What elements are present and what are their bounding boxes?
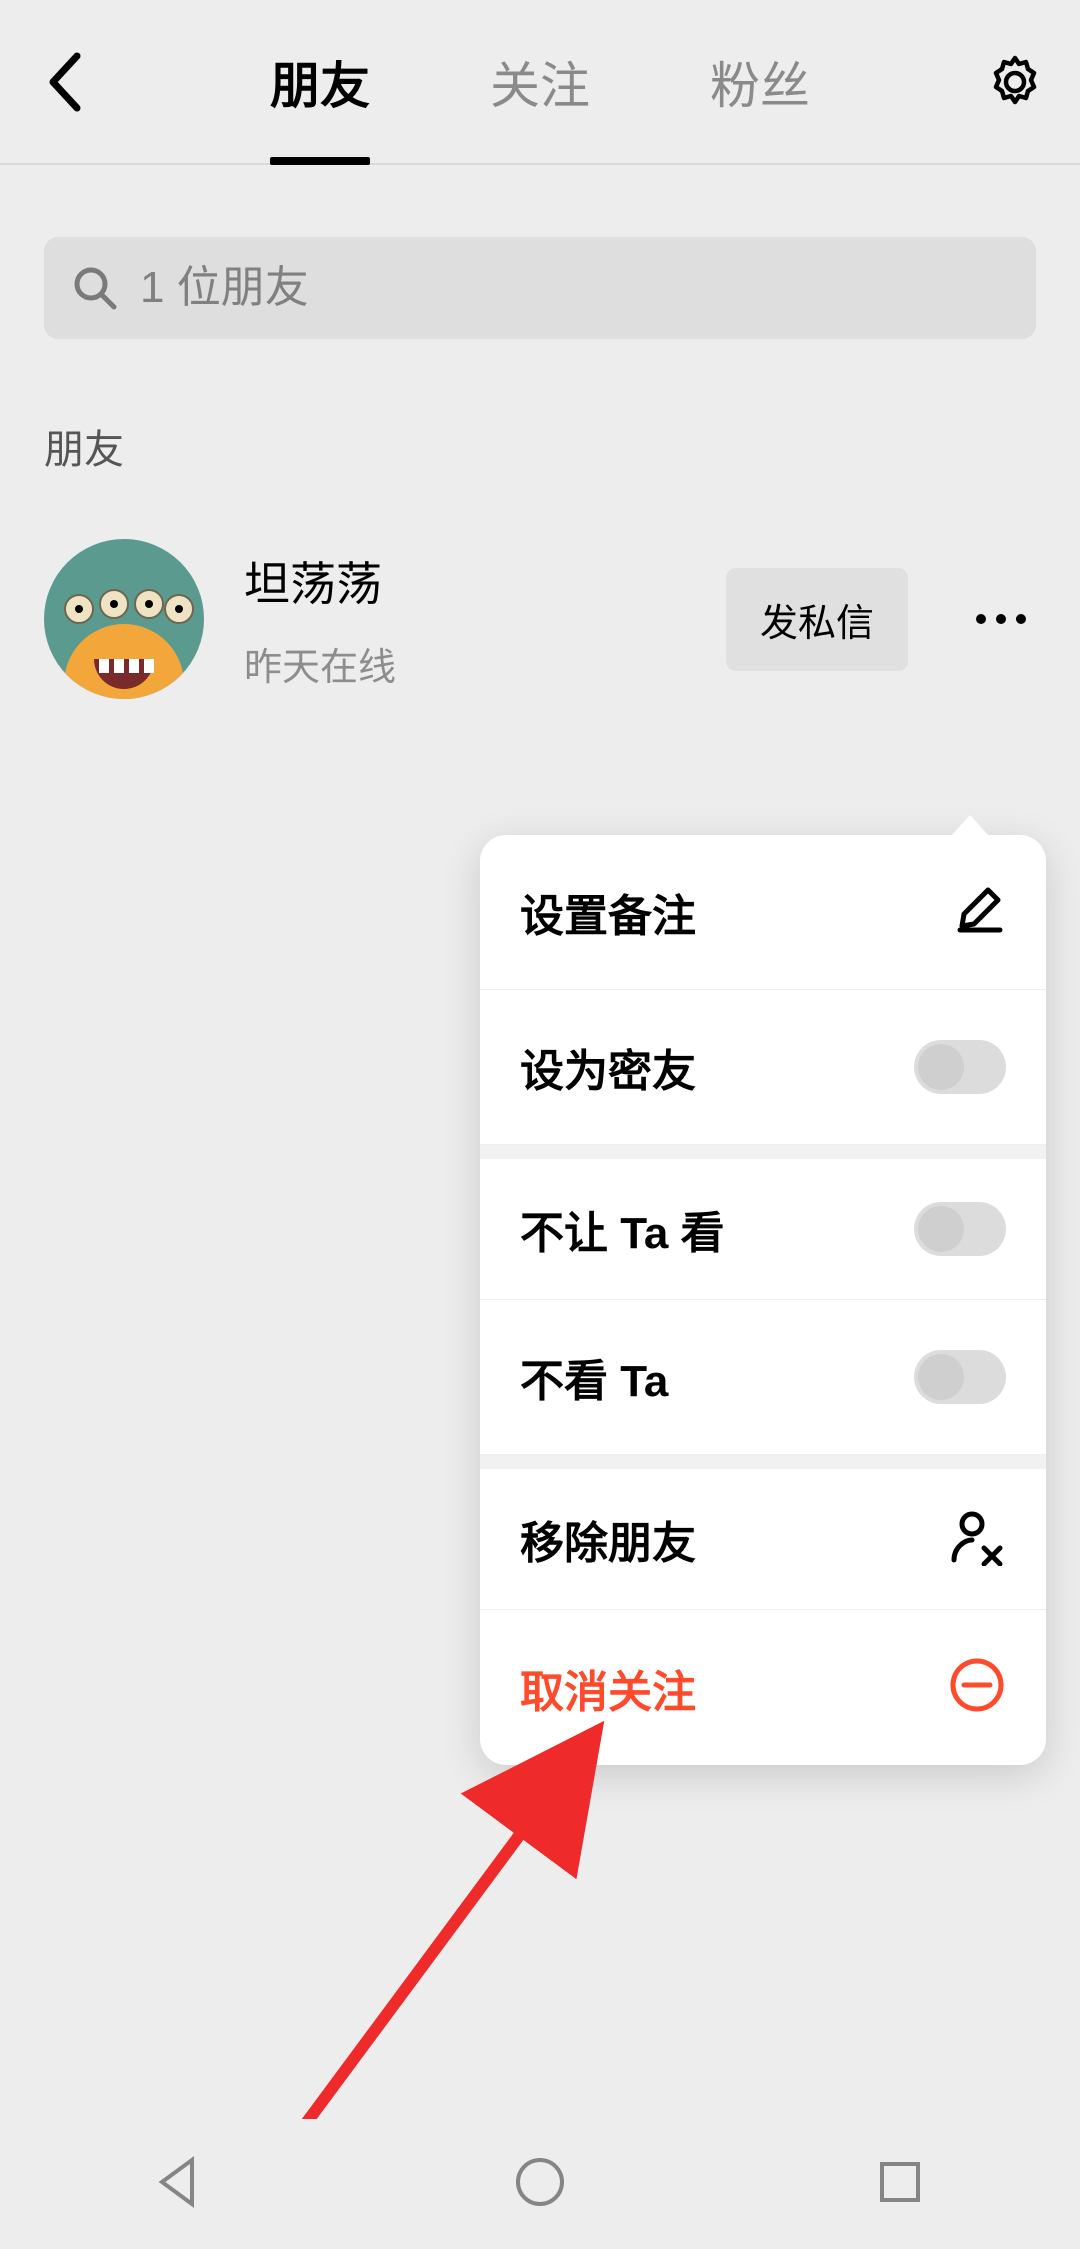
pencil-icon [954,884,1006,941]
menu-item-set-remark[interactable]: 设置备注 [480,835,1046,990]
tab-friends[interactable]: 朋友 [270,0,370,163]
search-icon [72,265,118,311]
friend-name: 坦荡荡 [244,548,686,614]
friend-options-popover: 设置备注 设为密友 不让 Ta 看 不看 Ta 移除朋友 取消关注 [480,835,1046,1765]
send-message-button[interactable]: 发私信 [726,568,908,671]
toggle-dont-view[interactable] [914,1350,1006,1404]
menu-label: 移除朋友 [520,1507,696,1571]
settings-button[interactable] [950,0,1080,163]
nav-recents-button[interactable] [872,2154,928,2215]
avatar[interactable] [44,539,204,699]
menu-item-remove-friend[interactable]: 移除朋友 [480,1455,1046,1610]
menu-label: 设置备注 [520,880,696,944]
menu-item-block-view[interactable]: 不让 Ta 看 [480,1145,1046,1300]
friend-info: 坦荡荡 昨天在线 [244,548,686,691]
top-bar: 朋友 关注 粉丝 [0,0,1080,165]
search-section [0,165,1080,367]
person-remove-icon [948,1508,1006,1571]
toggle-block-view[interactable] [914,1202,1006,1256]
menu-label: 设为密友 [520,1035,696,1099]
menu-item-dont-view[interactable]: 不看 Ta [480,1300,1046,1455]
friend-row[interactable]: 坦荡荡 昨天在线 发私信 [0,499,1080,739]
nav-back-button[interactable] [152,2154,208,2215]
menu-label: 不看 Ta [520,1345,668,1409]
tab-list: 朋友 关注 粉丝 [130,0,950,163]
menu-label: 取消关注 [520,1656,696,1720]
gear-icon [987,54,1043,110]
toggle-close-friend[interactable] [914,1040,1006,1094]
search-input[interactable] [140,263,1008,313]
minus-circle-icon [948,1656,1006,1719]
tab-following[interactable]: 关注 [490,0,590,163]
chevron-left-icon [47,52,83,112]
friend-status: 昨天在线 [244,636,686,691]
menu-item-close-friend[interactable]: 设为密友 [480,990,1046,1145]
search-bar[interactable] [44,237,1036,339]
more-icon [976,614,1026,624]
tab-followers[interactable]: 粉丝 [710,0,810,163]
system-nav-bar [0,2119,1080,2249]
section-header-friends: 朋友 [0,367,1080,499]
menu-label: 不让 Ta 看 [520,1197,725,1261]
nav-home-button[interactable] [512,2154,568,2215]
more-button[interactable] [966,584,1036,654]
back-button[interactable] [0,0,130,163]
menu-item-unfollow[interactable]: 取消关注 [480,1610,1046,1765]
